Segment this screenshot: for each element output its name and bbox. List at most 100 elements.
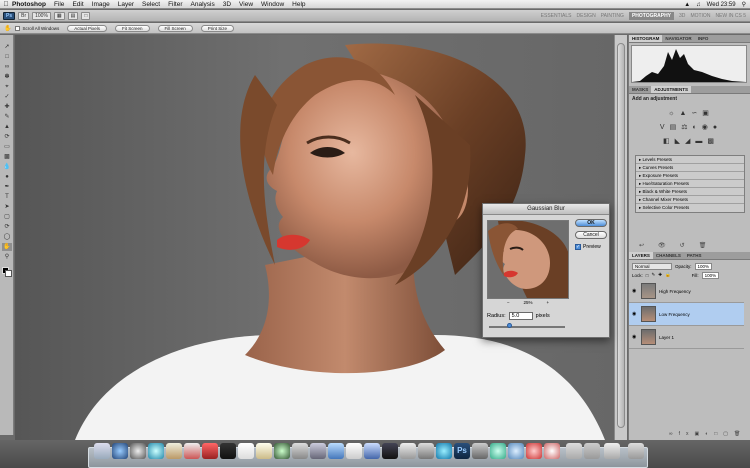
threshold-icon[interactable]: ◢ [685, 138, 695, 145]
canvas-vertical-scrollbar[interactable] [614, 35, 627, 440]
new-adjustment-icon[interactable]: ◐ [705, 431, 714, 437]
downloads-folder-icon[interactable] [604, 443, 620, 459]
hand-tool-icon[interactable]: ✋ [2, 243, 12, 251]
preview-checkbox[interactable]: ✓ [575, 244, 581, 250]
activity-monitor-icon[interactable] [400, 443, 416, 459]
photoshop-icon[interactable]: Ps [454, 443, 470, 459]
tab-adjustments[interactable]: ADJUSTMENTS [651, 86, 692, 93]
zoom-in-button[interactable]: + [547, 300, 550, 305]
menu-layer[interactable]: Layer [118, 1, 134, 8]
itunes-music-icon[interactable] [508, 443, 524, 459]
finder-icon[interactable] [94, 443, 110, 459]
new-group-icon[interactable]: □ [714, 431, 723, 437]
move-tool-icon[interactable]: ➚ [2, 43, 12, 51]
photo-booth-icon[interactable] [220, 443, 236, 459]
blur-preview[interactable] [487, 220, 569, 299]
app-store-icon[interactable] [112, 443, 128, 459]
menu-window[interactable]: Window [261, 1, 284, 8]
tab-paths[interactable]: PATHS [684, 252, 705, 259]
preset-item[interactable]: ▸ Hue/Saturation Presets [636, 180, 744, 188]
preset-item[interactable]: ▸ Curves Presets [636, 164, 744, 172]
scrollbar-thumb[interactable] [617, 43, 625, 428]
whats-new-button[interactable]: NEW IN CS 5 [715, 13, 746, 19]
layer-row[interactable]: ◉ Layer 1 [629, 326, 744, 349]
tab-info[interactable]: INFO [695, 35, 712, 42]
lock-transparency-icon[interactable]: □ [646, 273, 649, 278]
3d-orbit-tool-icon[interactable]: ◯ [2, 233, 12, 241]
menu-help[interactable]: Help [292, 1, 305, 8]
radius-input[interactable]: 5.0 [508, 312, 533, 320]
ical-icon[interactable] [202, 443, 218, 459]
textedit-icon[interactable] [346, 443, 362, 459]
system-preferences-icon[interactable] [292, 443, 308, 459]
vibrance-icon[interactable]: V [660, 124, 670, 131]
lock-pixels-icon[interactable]: ✎ [651, 272, 655, 278]
zoom-tool-icon[interactable]: ⚲ [2, 253, 12, 261]
downloads-stack-icon[interactable] [584, 443, 600, 459]
history-brush-tool-icon[interactable]: ⟳ [2, 133, 12, 141]
menu-3d[interactable]: 3D [223, 1, 231, 8]
menu-filter[interactable]: Filter [168, 1, 182, 8]
radius-slider[interactable] [489, 326, 565, 328]
clone-stamp-tool-icon[interactable]: ▲ [2, 123, 12, 131]
pen-tool-icon[interactable]: ✒ [2, 183, 12, 191]
visibility-eye-icon[interactable]: ◉ [632, 288, 636, 294]
return-icon[interactable]: ↩ [639, 243, 658, 249]
menu-file[interactable]: File [54, 1, 64, 8]
spotlight-icon[interactable]: ⚲ [742, 1, 746, 8]
eraser-tool-icon[interactable]: ▭ [2, 143, 12, 151]
documents-stack-icon[interactable] [566, 443, 582, 459]
trash-icon[interactable]: 🗑 [699, 243, 721, 249]
skype-icon[interactable] [436, 443, 452, 459]
quick-select-tool-icon[interactable]: ✽ [2, 73, 12, 81]
preset-item[interactable]: ▸ Channel Mixer Presets [636, 196, 744, 204]
layer-style-icon[interactable]: fx [679, 431, 695, 437]
stickies-icon[interactable] [256, 443, 272, 459]
tab-layers[interactable]: LAYERS [629, 252, 653, 259]
menu-analysis[interactable]: Analysis [191, 1, 215, 8]
visibility-eye-icon[interactable]: ◉ [632, 311, 636, 317]
lasso-tool-icon[interactable]: ∞ [2, 63, 12, 71]
brightness-icon[interactable]: ☼ [668, 110, 679, 117]
fill-screen-button[interactable]: Fill Screen [157, 24, 193, 32]
photo-filter-icon[interactable]: ◉ [702, 124, 713, 131]
gradient-map-icon[interactable]: ▬ [695, 138, 707, 145]
arrange-documents-button[interactable]: ▤ [67, 11, 79, 20]
actual-pixels-button[interactable]: Actual Pixels [67, 24, 108, 32]
crop-tool-icon[interactable]: ⌖ [2, 83, 12, 91]
lock-position-icon[interactable]: ✚ [658, 272, 662, 278]
menu-image[interactable]: Image [92, 1, 110, 8]
printer-icon[interactable] [472, 443, 488, 459]
fill-field[interactable]: 100% [701, 271, 720, 279]
curves-icon[interactable]: ∽ [691, 110, 702, 117]
exposure-icon[interactable]: ▣ [702, 110, 714, 117]
scroll-all-windows-checkbox[interactable] [15, 25, 21, 31]
invert-icon[interactable]: ◧ [663, 138, 675, 145]
preset-item[interactable]: ▸ Selective Color Presets [636, 204, 744, 212]
dashboard-icon[interactable] [130, 443, 146, 459]
clock[interactable]: Wed 23:59 [707, 2, 736, 8]
apple-icon[interactable]:  [0, 1, 12, 8]
healing-brush-tool-icon[interactable]: ✚ [2, 103, 12, 111]
screen-mode-button[interactable]: □ [81, 11, 91, 20]
delete-layer-icon[interactable]: 🗑 [734, 431, 746, 437]
tab-navigator[interactable]: NAVIGATOR [662, 35, 694, 42]
new-layer-icon[interactable]: ▢ [723, 431, 734, 437]
print-size-button[interactable]: Print Size [200, 24, 235, 32]
cancel-button[interactable]: Cancel [575, 231, 607, 239]
blur-tool-icon[interactable]: 💧 [2, 163, 12, 171]
app-icon[interactable] [544, 443, 560, 459]
tab-masks[interactable]: MASKS [629, 86, 651, 93]
terminal-icon[interactable] [382, 443, 398, 459]
menu-view[interactable]: View [239, 1, 253, 8]
preset-item[interactable]: ▸ Black & White Presets [636, 188, 744, 196]
volume-icon[interactable]: ♫ [696, 2, 701, 8]
opacity-field[interactable]: 100% [694, 262, 713, 270]
ok-button[interactable]: OK [575, 219, 607, 227]
3d-rotate-tool-icon[interactable]: ⟳ [2, 223, 12, 231]
workspace-painting[interactable]: PAINTING [601, 13, 624, 19]
address-book-icon[interactable] [184, 443, 200, 459]
add-mask-icon[interactable]: ▣ [694, 431, 705, 437]
preview-app-icon[interactable] [310, 443, 326, 459]
workspace-motion[interactable]: MOTION [690, 13, 710, 19]
